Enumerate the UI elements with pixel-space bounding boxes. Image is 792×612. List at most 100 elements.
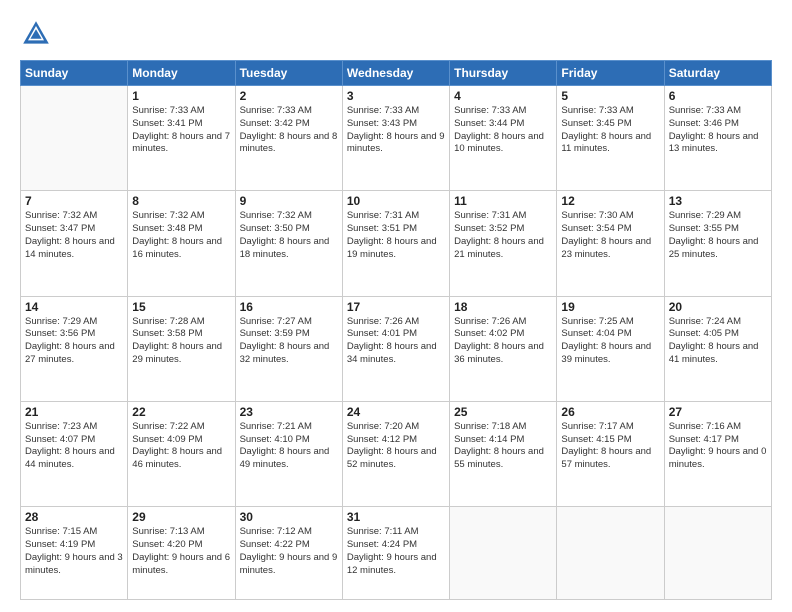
- cell-details: Sunrise: 7:11 AMSunset: 4:24 PMDaylight:…: [347, 526, 445, 577]
- calendar-cell: 17 Sunrise: 7:26 AMSunset: 4:01 PMDayligh…: [342, 296, 449, 401]
- calendar-table: SundayMondayTuesdayWednesdayThursdayFrid…: [20, 60, 772, 600]
- calendar-cell: 9 Sunrise: 7:32 AMSunset: 3:50 PMDaylight…: [235, 191, 342, 296]
- cell-details: Sunrise: 7:17 AMSunset: 4:15 PMDaylight:…: [561, 421, 659, 472]
- cell-details: Sunrise: 7:33 AMSunset: 3:46 PMDaylight:…: [669, 105, 767, 156]
- calendar-cell: [557, 507, 664, 600]
- cell-details: Sunrise: 7:21 AMSunset: 4:10 PMDaylight:…: [240, 421, 338, 472]
- calendar-day-header: Saturday: [664, 61, 771, 86]
- cell-details: Sunrise: 7:33 AMSunset: 3:45 PMDaylight:…: [561, 105, 659, 156]
- calendar-header-row: SundayMondayTuesdayWednesdayThursdayFrid…: [21, 61, 772, 86]
- day-number: 13: [669, 194, 767, 208]
- cell-details: Sunrise: 7:25 AMSunset: 4:04 PMDaylight:…: [561, 316, 659, 367]
- cell-details: Sunrise: 7:33 AMSunset: 3:42 PMDaylight:…: [240, 105, 338, 156]
- calendar-day-header: Sunday: [21, 61, 128, 86]
- day-number: 7: [25, 194, 123, 208]
- cell-details: Sunrise: 7:18 AMSunset: 4:14 PMDaylight:…: [454, 421, 552, 472]
- calendar-cell: 7 Sunrise: 7:32 AMSunset: 3:47 PMDaylight…: [21, 191, 128, 296]
- calendar-week-row: 28 Sunrise: 7:15 AMSunset: 4:19 PMDayligh…: [21, 507, 772, 600]
- cell-details: Sunrise: 7:33 AMSunset: 3:41 PMDaylight:…: [132, 105, 230, 156]
- calendar-cell: 8Sunrise: 7:32 AMSunset: 3:48 PMDaylight…: [128, 191, 235, 296]
- calendar-cell: 23 Sunrise: 7:21 AMSunset: 4:10 PMDayligh…: [235, 401, 342, 506]
- calendar-cell: 20 Sunrise: 7:24 AMSunset: 4:05 PMDayligh…: [664, 296, 771, 401]
- calendar-day-header: Tuesday: [235, 61, 342, 86]
- cell-details: Sunrise: 7:33 AMSunset: 3:43 PMDaylight:…: [347, 105, 445, 156]
- day-number: 26: [561, 405, 659, 419]
- calendar-cell: 12 Sunrise: 7:30 AMSunset: 3:54 PMDayligh…: [557, 191, 664, 296]
- calendar-cell: 11 Sunrise: 7:31 AMSunset: 3:52 PMDayligh…: [450, 191, 557, 296]
- day-number: 23: [240, 405, 338, 419]
- calendar-cell: 3 Sunrise: 7:33 AMSunset: 3:43 PMDaylight…: [342, 86, 449, 191]
- day-number: 4: [454, 89, 552, 103]
- calendar-cell: 10 Sunrise: 7:31 AMSunset: 3:51 PMDayligh…: [342, 191, 449, 296]
- cell-details: Sunrise: 7:28 AMSunset: 3:58 PMDaylight:…: [132, 316, 230, 367]
- cell-details: Sunrise: 7:12 AMSunset: 4:22 PMDaylight:…: [240, 526, 338, 577]
- calendar-cell: 16 Sunrise: 7:27 AMSunset: 3:59 PMDayligh…: [235, 296, 342, 401]
- calendar-day-header: Thursday: [450, 61, 557, 86]
- calendar-cell: 28 Sunrise: 7:15 AMSunset: 4:19 PMDayligh…: [21, 507, 128, 600]
- day-number: 2: [240, 89, 338, 103]
- cell-details: Sunrise: 7:31 AMSunset: 3:51 PMDaylight:…: [347, 210, 445, 261]
- day-number: 9: [240, 194, 338, 208]
- calendar-cell: 19 Sunrise: 7:25 AMSunset: 4:04 PMDayligh…: [557, 296, 664, 401]
- cell-details: Sunrise: 7:15 AMSunset: 4:19 PMDaylight:…: [25, 526, 123, 577]
- calendar-cell: 1 Sunrise: 7:33 AMSunset: 3:41 PMDaylight…: [128, 86, 235, 191]
- day-number: 10: [347, 194, 445, 208]
- calendar-day-header: Friday: [557, 61, 664, 86]
- calendar-day-header: Wednesday: [342, 61, 449, 86]
- day-number: 25: [454, 405, 552, 419]
- page: SundayMondayTuesdayWednesdayThursdayFrid…: [0, 0, 792, 612]
- cell-details: Sunrise: 7:24 AMSunset: 4:05 PMDaylight:…: [669, 316, 767, 367]
- day-number: 18: [454, 300, 552, 314]
- day-number: 20: [669, 300, 767, 314]
- cell-details: Sunrise: 7:30 AMSunset: 3:54 PMDaylight:…: [561, 210, 659, 261]
- logo-icon: [20, 18, 52, 50]
- cell-details: Sunrise: 7:32 AMSunset: 3:50 PMDaylight:…: [240, 210, 338, 261]
- cell-details: Sunrise: 7:31 AMSunset: 3:52 PMDaylight:…: [454, 210, 552, 261]
- day-number: 27: [669, 405, 767, 419]
- calendar-cell: 4 Sunrise: 7:33 AMSunset: 3:44 PMDaylight…: [450, 86, 557, 191]
- cell-details: Sunrise: 7:32 AMSunset: 3:48 PMDaylight:…: [132, 210, 230, 261]
- calendar-week-row: 7 Sunrise: 7:32 AMSunset: 3:47 PMDaylight…: [21, 191, 772, 296]
- calendar-week-row: 14 Sunrise: 7:29 AMSunset: 3:56 PMDayligh…: [21, 296, 772, 401]
- day-number: 22: [132, 405, 230, 419]
- cell-details: Sunrise: 7:33 AMSunset: 3:44 PMDaylight:…: [454, 105, 552, 156]
- calendar-cell: 25 Sunrise: 7:18 AMSunset: 4:14 PMDayligh…: [450, 401, 557, 506]
- calendar-cell: 22Sunrise: 7:22 AMSunset: 4:09 PMDayligh…: [128, 401, 235, 506]
- day-number: 17: [347, 300, 445, 314]
- calendar-cell: 2 Sunrise: 7:33 AMSunset: 3:42 PMDaylight…: [235, 86, 342, 191]
- day-number: 28: [25, 510, 123, 524]
- day-number: 5: [561, 89, 659, 103]
- calendar-cell: 21 Sunrise: 7:23 AMSunset: 4:07 PMDayligh…: [21, 401, 128, 506]
- calendar-cell: 30 Sunrise: 7:12 AMSunset: 4:22 PMDayligh…: [235, 507, 342, 600]
- day-number: 24: [347, 405, 445, 419]
- day-number: 15: [132, 300, 230, 314]
- cell-details: Sunrise: 7:29 AMSunset: 3:56 PMDaylight:…: [25, 316, 123, 367]
- day-number: 29: [132, 510, 230, 524]
- calendar-cell: [21, 86, 128, 191]
- calendar-cell: 31Sunrise: 7:11 AMSunset: 4:24 PMDayligh…: [342, 507, 449, 600]
- day-number: 21: [25, 405, 123, 419]
- day-number: 12: [561, 194, 659, 208]
- cell-details: Sunrise: 7:27 AMSunset: 3:59 PMDaylight:…: [240, 316, 338, 367]
- calendar-week-row: 21 Sunrise: 7:23 AMSunset: 4:07 PMDayligh…: [21, 401, 772, 506]
- day-number: 14: [25, 300, 123, 314]
- calendar-cell: 29 Sunrise: 7:13 AMSunset: 4:20 PMDayligh…: [128, 507, 235, 600]
- day-number: 16: [240, 300, 338, 314]
- day-number: 11: [454, 194, 552, 208]
- cell-details: Sunrise: 7:16 AMSunset: 4:17 PMDaylight:…: [669, 421, 767, 472]
- day-number: 19: [561, 300, 659, 314]
- day-number: 1: [132, 89, 230, 103]
- day-number: 3: [347, 89, 445, 103]
- calendar-cell: [450, 507, 557, 600]
- calendar-cell: 26 Sunrise: 7:17 AMSunset: 4:15 PMDayligh…: [557, 401, 664, 506]
- calendar-cell: 13 Sunrise: 7:29 AMSunset: 3:55 PMDayligh…: [664, 191, 771, 296]
- cell-details: Sunrise: 7:29 AMSunset: 3:55 PMDaylight:…: [669, 210, 767, 261]
- calendar-cell: 27 Sunrise: 7:16 AMSunset: 4:17 PMDayligh…: [664, 401, 771, 506]
- cell-details: Sunrise: 7:13 AMSunset: 4:20 PMDaylight:…: [132, 526, 230, 577]
- header: [20, 18, 772, 50]
- cell-details: Sunrise: 7:26 AMSunset: 4:01 PMDaylight:…: [347, 316, 445, 367]
- day-number: 30: [240, 510, 338, 524]
- cell-details: Sunrise: 7:23 AMSunset: 4:07 PMDaylight:…: [25, 421, 123, 472]
- cell-details: Sunrise: 7:32 AMSunset: 3:47 PMDaylight:…: [25, 210, 123, 261]
- day-number: 6: [669, 89, 767, 103]
